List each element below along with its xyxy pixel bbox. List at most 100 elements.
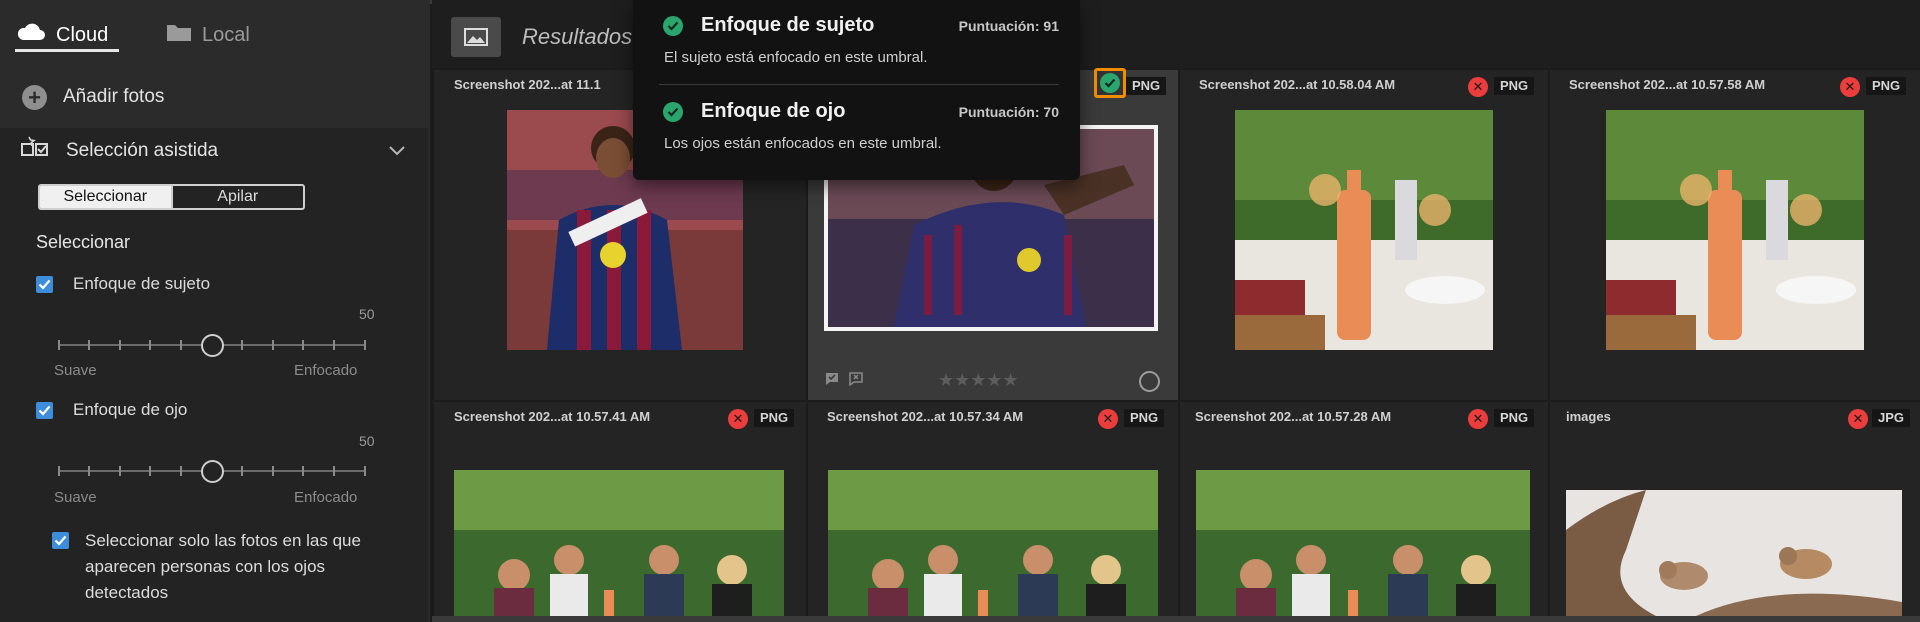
photo-cell[interactable]: Screenshot 202...at 10.57.58 AM ✕ PNG bbox=[1550, 70, 1920, 400]
reject-icon: ✕ bbox=[1848, 409, 1868, 429]
assisted-selection-icon bbox=[20, 135, 50, 167]
photo-thumbnail bbox=[828, 470, 1158, 616]
tooltip-eye-desc: Los ojos están enfocados en este umbral. bbox=[664, 135, 942, 152]
subject-focus-row: Enfoque de sujeto bbox=[36, 274, 210, 294]
section-title: Seleccionar bbox=[36, 232, 131, 252]
slider-tick bbox=[149, 340, 151, 350]
tooltip-eye-title: Enfoque de ojo bbox=[701, 100, 846, 122]
tooltip-divider bbox=[659, 84, 1059, 85]
photo-cell[interactable]: Screenshot 202...at 10.58.04 AM ✕ PNG bbox=[1180, 70, 1548, 400]
pick-flag-icon[interactable] bbox=[824, 372, 840, 386]
eye-focus-checkbox[interactable] bbox=[36, 401, 53, 419]
star-rating[interactable]: ★★★★★ bbox=[938, 370, 1019, 391]
source-tabs: Cloud Local bbox=[0, 0, 430, 60]
reject-icon: ✕ bbox=[1098, 409, 1118, 429]
tooltip-subject-score: Puntuación: 91 bbox=[958, 18, 1059, 34]
photo-thumbnail bbox=[1196, 470, 1530, 616]
check-icon bbox=[38, 279, 51, 290]
check-circle-icon bbox=[663, 15, 683, 36]
slider-tick bbox=[58, 466, 60, 476]
photo-cell[interactable]: Screenshot 202...at 10.57.34 AM ✕ PNG bbox=[808, 402, 1178, 616]
photo-thumbnail bbox=[454, 470, 784, 616]
accepted-badge[interactable] bbox=[1094, 68, 1126, 98]
photo-thumbnail bbox=[1566, 490, 1902, 616]
check-circle-icon bbox=[1100, 73, 1120, 93]
slider-knob[interactable] bbox=[201, 334, 224, 357]
tab-cloud[interactable]: Cloud bbox=[16, 18, 108, 52]
photo-cell[interactable]: Screenshot 202...at 10.57.28 AM ✕ PNG bbox=[1180, 402, 1548, 616]
slider-tick bbox=[333, 340, 335, 350]
focus-score-tooltip: Enfoque de sujeto Puntuación: 91 El suje… bbox=[633, 0, 1080, 180]
subject-focus-checkbox[interactable] bbox=[36, 275, 53, 293]
eye-focus-value: 50 bbox=[359, 433, 375, 449]
slider-tick bbox=[88, 466, 90, 476]
format-badge: PNG bbox=[1494, 77, 1535, 95]
photo-cell[interactable]: images ✕ JPG bbox=[1550, 402, 1920, 616]
slider-tick bbox=[180, 466, 182, 476]
slider-tick bbox=[119, 340, 121, 350]
slider-tick bbox=[302, 340, 304, 350]
people-only-checkbox[interactable] bbox=[52, 532, 69, 549]
add-photos-label: Añadir fotos bbox=[63, 86, 165, 107]
tooltip-subject-desc: El sujeto está enfocado en este umbral. bbox=[664, 49, 928, 66]
slider-tick bbox=[241, 466, 243, 476]
select-circle-icon[interactable] bbox=[1139, 371, 1160, 392]
tooltip-subject-focus: Enfoque de sujeto Puntuación: 91 El suje… bbox=[663, 14, 1059, 66]
photo-name: Screenshot 202...at 10.57.28 AM bbox=[1195, 409, 1392, 424]
active-tab-indicator bbox=[15, 49, 119, 52]
subject-focus-min-label: Suave bbox=[54, 362, 97, 379]
segment-select[interactable]: Seleccionar bbox=[40, 186, 171, 208]
add-photos-button[interactable]: + Añadir fotos bbox=[22, 82, 164, 112]
format-badge: PNG bbox=[1124, 409, 1165, 427]
reject-icon: ✕ bbox=[728, 409, 748, 429]
eye-focus-max-label: Enfocado bbox=[294, 489, 358, 506]
mode-segmented-control: Seleccionar Apilar bbox=[38, 184, 305, 210]
folder-icon bbox=[166, 22, 192, 48]
tooltip-eye-focus: Enfoque de ojo Puntuación: 70 Los ojos e… bbox=[663, 100, 1059, 152]
tooltip-subject-title: Enfoque de sujeto bbox=[701, 14, 875, 36]
format-badge: PNG bbox=[1494, 409, 1535, 427]
slider-tick bbox=[302, 466, 304, 476]
chevron-down-icon[interactable] bbox=[388, 141, 406, 163]
people-only-row: Seleccionar solo las fotos en las que ap… bbox=[52, 528, 382, 606]
reject-icon: ✕ bbox=[1840, 77, 1860, 97]
format-badge: PNG bbox=[1866, 77, 1907, 95]
check-icon bbox=[38, 405, 51, 416]
slider-tick bbox=[272, 466, 274, 476]
image-icon bbox=[464, 28, 488, 46]
image-view-button[interactable] bbox=[451, 17, 501, 57]
reject-icon: ✕ bbox=[1468, 77, 1488, 97]
reject-flag-icon[interactable] bbox=[848, 372, 864, 386]
format-badge: PNG bbox=[754, 409, 795, 427]
format-badge: PNG bbox=[1126, 77, 1167, 95]
photo-thumbnail bbox=[1606, 110, 1864, 350]
subject-focus-label: Enfoque de sujeto bbox=[73, 274, 211, 293]
tab-local-label: Local bbox=[202, 23, 250, 46]
bottom-border bbox=[432, 616, 1920, 622]
slider-knob[interactable] bbox=[201, 460, 224, 483]
slider-tick bbox=[149, 466, 151, 476]
cloud-icon bbox=[16, 22, 46, 48]
slider-tick bbox=[58, 340, 60, 350]
subject-focus-value: 50 bbox=[359, 306, 375, 322]
tab-local[interactable]: Local bbox=[166, 18, 250, 52]
check-icon bbox=[54, 535, 67, 546]
reject-icon: ✕ bbox=[1468, 409, 1488, 429]
subject-focus-slider[interactable] bbox=[58, 332, 366, 358]
tab-cloud-label: Cloud bbox=[56, 23, 109, 46]
photo-name: images bbox=[1566, 409, 1611, 424]
slider-tick bbox=[241, 340, 243, 350]
assisted-selection-header[interactable]: Selección asistida bbox=[20, 135, 406, 167]
photo-cell[interactable]: Screenshot 202...at 10.57.41 AM ✕ PNG bbox=[434, 402, 806, 616]
slider-tick bbox=[364, 466, 366, 476]
segment-stack[interactable]: Apilar bbox=[170, 186, 304, 208]
format-badge: JPG bbox=[1872, 409, 1911, 427]
photo-thumbnail bbox=[1235, 110, 1493, 350]
slider-tick bbox=[180, 340, 182, 350]
photo-name: Screenshot 202...at 10.57.58 AM bbox=[1569, 77, 1766, 92]
eye-focus-min-label: Suave bbox=[54, 489, 97, 506]
tooltip-eye-score: Puntuación: 70 bbox=[958, 104, 1059, 120]
results-title: Resultados bbox=[522, 24, 633, 49]
slider-tick bbox=[119, 466, 121, 476]
eye-focus-slider[interactable] bbox=[58, 458, 366, 484]
